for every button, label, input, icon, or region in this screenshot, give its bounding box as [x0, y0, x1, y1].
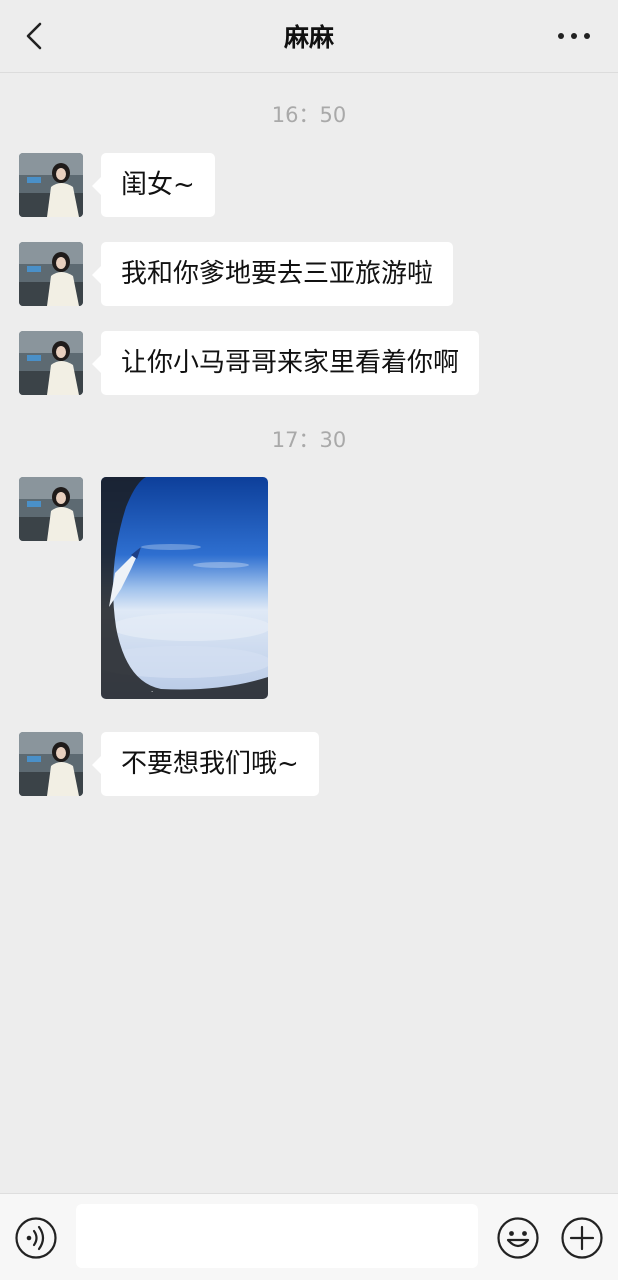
more-functions-button[interactable] [560, 1216, 604, 1260]
plus-icon [561, 1217, 603, 1259]
avatar[interactable] [19, 477, 83, 541]
message-input[interactable] [76, 1204, 478, 1268]
voice-icon [15, 1217, 57, 1259]
emoji-button[interactable] [496, 1216, 540, 1260]
timestamp: 17：30 [271, 428, 347, 452]
message-bubble[interactable]: 不要想我们哦~ [92, 732, 319, 796]
more-dots-icon [558, 33, 590, 39]
avatar[interactable] [19, 732, 83, 796]
photo-message[interactable]: · [101, 477, 268, 699]
svg-text:·: · [151, 688, 153, 696]
avatar[interactable] [19, 331, 83, 395]
voice-button[interactable] [14, 1216, 58, 1260]
emoji-icon [497, 1217, 539, 1259]
avatar[interactable] [19, 153, 83, 217]
message-bubble[interactable]: 让你小马哥哥来家里看着你啊 [91, 331, 480, 395]
timestamp: 16：50 [271, 103, 347, 127]
chat-screen: 麻麻 16：50 闺女~ 我和你爹地要去三亚旅游啦 让你小马哥哥来家里看着你啊 … [0, 0, 618, 1280]
message-bubble[interactable]: 我和你爹地要去三亚旅游啦 [91, 242, 454, 306]
input-bar [0, 1193, 618, 1280]
avatar[interactable] [19, 242, 83, 306]
chat-header: 麻麻 [0, 0, 618, 73]
airplane-window-photo: · [101, 477, 268, 699]
more-button[interactable] [544, 16, 604, 56]
chat-title: 麻麻 [283, 23, 334, 52]
message-bubble[interactable]: 闺女~ [92, 153, 215, 217]
